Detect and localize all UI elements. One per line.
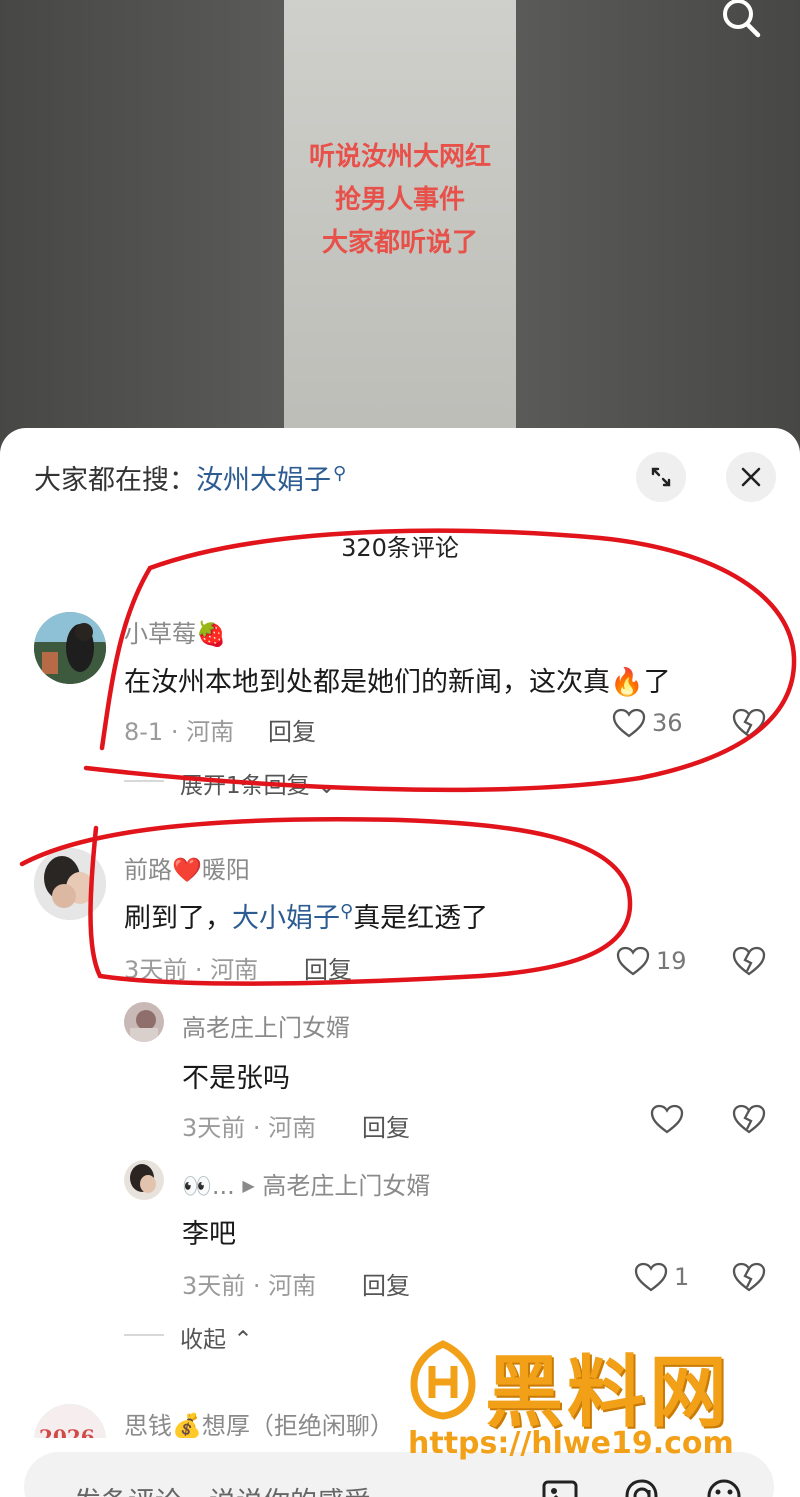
username[interactable]: 思钱💰想厚（拒绝闲聊） bbox=[124, 1406, 394, 1441]
reply-button[interactable]: 回复 bbox=[362, 1266, 410, 1301]
heart-icon bbox=[612, 708, 646, 738]
collapse-replies-button[interactable]: 收起 ⌃ bbox=[180, 1320, 253, 1354]
dislike-button[interactable] bbox=[732, 1104, 766, 1138]
reply-to-username[interactable]: 高老庄上门女婿 bbox=[262, 1172, 430, 1200]
reply-arrow-icon: ▶ bbox=[242, 1176, 255, 1195]
reply-button[interactable]: 回复 bbox=[304, 950, 352, 985]
caption-line: 听说汝州大网红 bbox=[308, 142, 491, 172]
dislike-button[interactable] bbox=[732, 1262, 766, 1296]
heart-icon bbox=[616, 946, 650, 976]
thread-divider bbox=[124, 780, 164, 782]
username[interactable]: 👀... bbox=[182, 1172, 235, 1200]
watermark-url: https://hlwe19.com bbox=[408, 1426, 734, 1461]
thread-divider bbox=[124, 1334, 164, 1336]
broken-heart-icon bbox=[732, 946, 766, 976]
search-icon[interactable] bbox=[718, 0, 766, 40]
reply-button[interactable]: 回复 bbox=[268, 712, 316, 747]
reply-user-line: 👀... ▶ 高老庄上门女婿 bbox=[182, 1166, 430, 1201]
video-caption: 听说汝州大网红 抢男人事件 大家都听说了 bbox=[284, 136, 516, 265]
search-suggestion[interactable]: 大家都在搜：汝州大娟子 ⚲ bbox=[34, 458, 346, 497]
comment-text-part: 真是红透了 bbox=[353, 903, 489, 934]
mention-icon[interactable] bbox=[622, 1476, 662, 1497]
avatar[interactable] bbox=[124, 1160, 164, 1200]
chevron-up-icon: ⌃ bbox=[233, 1327, 253, 1353]
caption-line: 大家都听说了 bbox=[321, 228, 478, 258]
avatar[interactable] bbox=[124, 1002, 164, 1042]
collapse-label: 收起 bbox=[180, 1327, 226, 1353]
emoji-icon[interactable] bbox=[704, 1476, 744, 1497]
search-small-icon: ⚲ bbox=[333, 463, 347, 484]
avatar[interactable] bbox=[34, 848, 106, 920]
comment-text-part: 刷到了， bbox=[124, 903, 232, 934]
like-button[interactable] bbox=[650, 1104, 690, 1134]
broken-heart-icon bbox=[732, 1104, 766, 1134]
caption-line: 抢男人事件 bbox=[334, 185, 465, 215]
like-button[interactable]: 19 bbox=[616, 946, 687, 976]
reply-button[interactable]: 回复 bbox=[362, 1108, 410, 1143]
image-icon[interactable] bbox=[540, 1476, 580, 1497]
watermark-logo bbox=[408, 1340, 478, 1420]
username[interactable]: 小草莓🍓 bbox=[124, 614, 226, 649]
comment-text: 刷到了，大小娟子⚲真是红透了 bbox=[124, 896, 488, 935]
username[interactable]: 前路❤️暖阳 bbox=[124, 850, 250, 885]
search-term-link[interactable]: 汝州大娟子 bbox=[196, 465, 331, 496]
comment-text: 在汝州本地到处都是她们的新闻，这次真🔥了 bbox=[124, 667, 671, 698]
dislike-button[interactable] bbox=[732, 708, 766, 742]
chevron-down-icon: ⌄ bbox=[316, 773, 337, 799]
reply-text: 李吧 bbox=[182, 1219, 236, 1250]
comment-input-placeholder: 发条评论，说说你的感受 bbox=[74, 1480, 371, 1497]
close-button[interactable] bbox=[726, 452, 776, 502]
broken-heart-icon bbox=[732, 1262, 766, 1292]
expand-replies-label: 展开1条回复 bbox=[180, 773, 310, 799]
dislike-button[interactable] bbox=[732, 946, 766, 980]
reply-text: 不是张吗 bbox=[182, 1063, 290, 1094]
heart-icon bbox=[634, 1262, 668, 1292]
search-small-icon: ⚲ bbox=[340, 901, 354, 922]
search-prefix: 大家都在搜： bbox=[34, 465, 196, 496]
like-button[interactable]: 36 bbox=[612, 708, 683, 738]
expand-button[interactable] bbox=[636, 452, 686, 502]
username[interactable]: 高老庄上门女婿 bbox=[182, 1008, 350, 1043]
like-button[interactable]: 1 bbox=[634, 1262, 689, 1292]
comment-meta: 8-1 · 河南 bbox=[124, 718, 235, 746]
video-player[interactable]: 听说汝州大网红 抢男人事件 大家都听说了 bbox=[0, 0, 800, 440]
comment-count: 320条评论 bbox=[341, 534, 459, 562]
search-term-link[interactable]: 大小娟子 bbox=[232, 903, 340, 934]
like-count: 19 bbox=[656, 947, 687, 975]
reply-meta: 3天前 · 河南 bbox=[182, 1114, 317, 1142]
comment-meta: 3天前 · 河南 bbox=[124, 956, 259, 984]
heart-icon bbox=[650, 1104, 684, 1134]
reply-meta: 3天前 · 河南 bbox=[182, 1272, 317, 1300]
like-count: 36 bbox=[652, 709, 683, 737]
like-count: 1 bbox=[674, 1263, 690, 1291]
expand-icon bbox=[651, 467, 671, 487]
avatar[interactable] bbox=[34, 612, 106, 684]
close-icon bbox=[741, 467, 761, 487]
broken-heart-icon bbox=[732, 708, 766, 738]
expand-replies-button[interactable]: 展开1条回复 ⌄ bbox=[180, 766, 336, 800]
